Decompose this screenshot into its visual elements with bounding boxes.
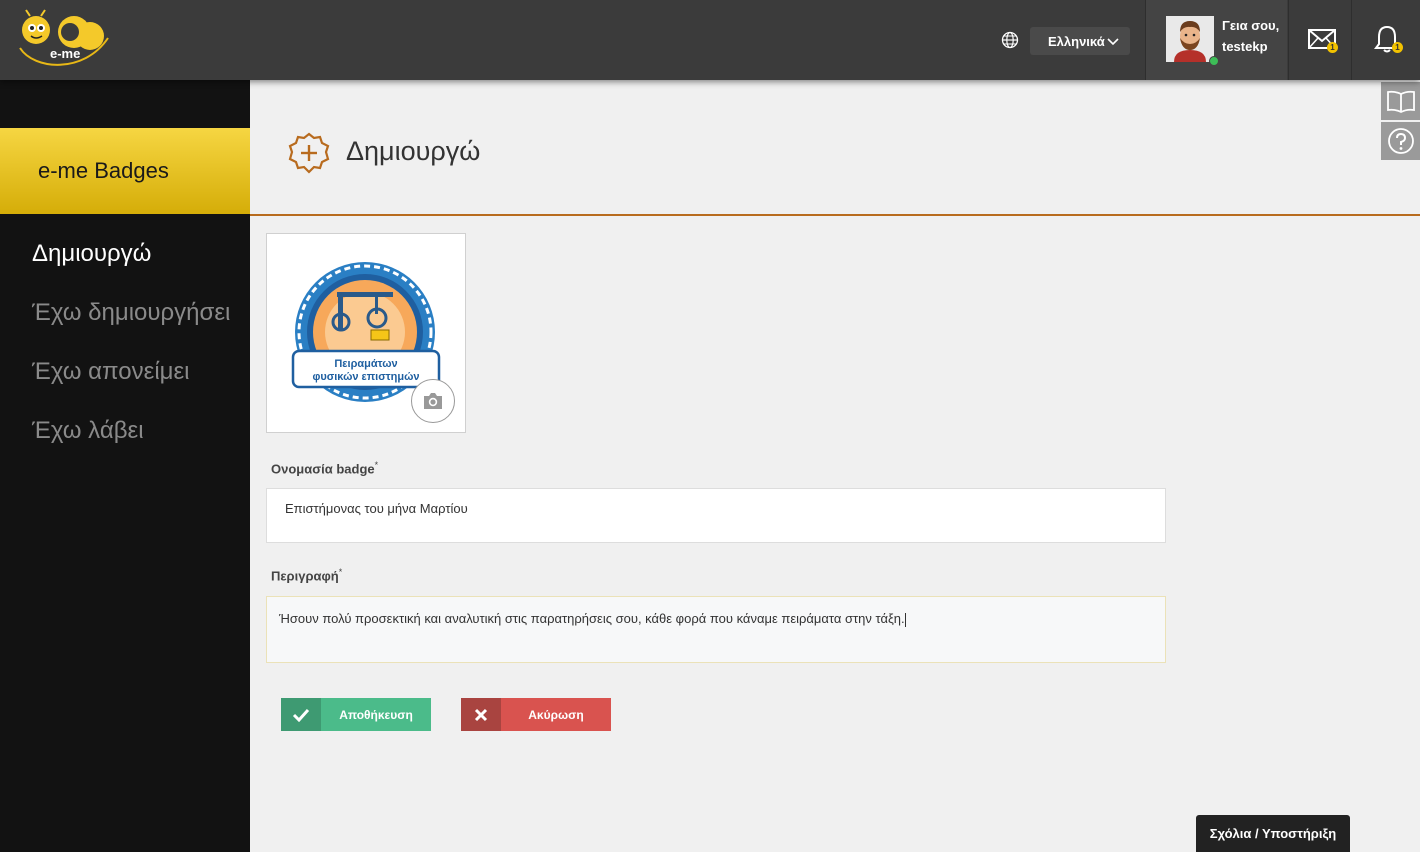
sidebar-nav: Δημιουργώ Έχω δημιουργήσει Έχω απονείμει… — [32, 240, 230, 476]
sidebar: e-me Badges Δημιουργώ Έχω δημιουργήσει Έ… — [0, 80, 250, 852]
user-menu[interactable]: Γεια σου, testekp — [1145, 0, 1287, 80]
online-status-indicator — [1209, 56, 1219, 66]
language-label: Ελληνικά — [1048, 33, 1105, 49]
e-me-logo[interactable]: e-me — [14, 8, 110, 72]
username-text: testekp — [1222, 39, 1268, 54]
badge-text-line2: φυσικών επιστημών — [312, 371, 419, 383]
cancel-button-label: Ακύρωση — [528, 707, 584, 722]
cancel-button[interactable]: Ακύρωση — [461, 698, 611, 731]
add-badge-icon — [288, 132, 330, 174]
top-bar: e-me Ελληνικά Γεια σου, testekp 1 1 — [0, 0, 1420, 80]
description-field[interactable]: Ήσουν πολύ προσεκτική και αναλυτική στις… — [266, 596, 1166, 663]
badge-image[interactable]: Πειραμάτων φυσικών επιστημών — [266, 233, 466, 433]
user-greeting: Γεια σου, testekp — [1222, 15, 1279, 57]
sidebar-item-created[interactable]: Έχω δημιουργήσει — [32, 299, 230, 358]
avatar — [1166, 16, 1214, 62]
save-button-label: Αποθήκευση — [339, 707, 413, 722]
logo-text: e-me — [50, 46, 80, 61]
badge-name-label: Ονομασία badge* — [271, 460, 378, 476]
help-button[interactable] — [1381, 122, 1420, 160]
badge-text-line1: Πειραμάτων — [334, 358, 397, 370]
sidebar-item-create[interactable]: Δημιουργώ — [32, 240, 230, 299]
close-icon — [461, 698, 501, 731]
side-tools — [1381, 82, 1420, 162]
language-select[interactable]: Ελληνικά — [1030, 27, 1130, 55]
badge-name-label-text: Ονομασία badge — [271, 461, 375, 477]
messages-count-badge: 1 — [1327, 42, 1338, 53]
globe-icon — [1000, 30, 1020, 50]
page-title: Δημιουργώ — [346, 136, 481, 166]
messages-button[interactable]: 1 — [1288, 0, 1352, 80]
feedback-support-button[interactable]: Σχόλια / Υποστήριξη — [1196, 815, 1350, 852]
description-label-text: Περιγραφή — [271, 568, 339, 584]
book-icon — [1386, 90, 1415, 113]
sidebar-item-received[interactable]: Έχω λάβει — [32, 417, 230, 476]
app-title: e-me Badges — [0, 128, 250, 214]
main-content: Δημιουργώ Πειραμάτων φυσικών επιστημών Ο… — [250, 80, 1420, 852]
description-label: Περιγραφή* — [271, 567, 342, 583]
change-image-button[interactable] — [411, 379, 455, 423]
save-button[interactable]: Αποθήκευση — [281, 698, 431, 731]
text-cursor — [904, 612, 906, 627]
camera-icon — [424, 393, 442, 409]
question-icon — [1387, 128, 1414, 154]
page-header: Δημιουργώ — [250, 80, 1420, 216]
manual-button[interactable] — [1381, 82, 1420, 120]
chevron-down-icon — [1106, 34, 1120, 48]
description-value: Ήσουν πολύ προσεκτική και αναλυτική στις… — [279, 611, 905, 626]
required-mark: * — [338, 567, 343, 577]
badge-name-value: Επιστήμονας του μήνα Μαρτίου — [285, 501, 468, 516]
notifications-count-badge: 1 — [1392, 42, 1403, 53]
required-mark: * — [374, 460, 379, 470]
sidebar-item-awarded[interactable]: Έχω απονείμει — [32, 358, 230, 417]
greeting-text: Γεια σου, — [1222, 18, 1280, 33]
notifications-button[interactable]: 1 — [1351, 0, 1420, 80]
check-icon — [281, 698, 321, 731]
badge-name-field[interactable]: Επιστήμονας του μήνα Μαρτίου — [266, 488, 1166, 543]
